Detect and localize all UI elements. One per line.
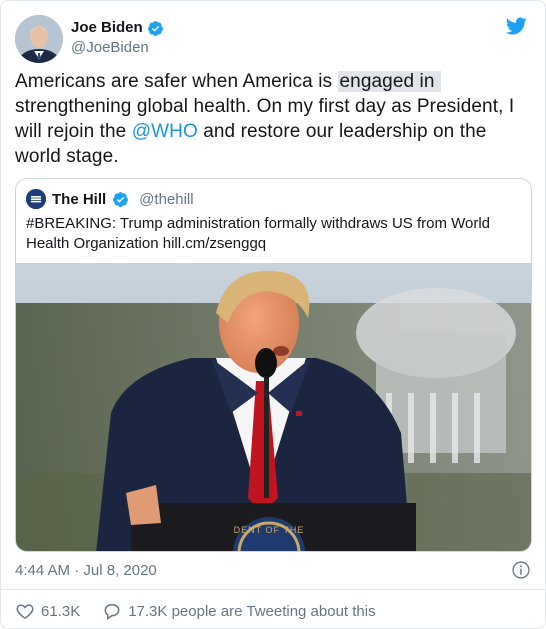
footer-divider xyxy=(1,589,545,590)
quoted-handle: @thehill xyxy=(139,190,194,208)
tweeting-count: 17.3K people are Tweeting about this xyxy=(128,602,376,620)
verified-badge-icon xyxy=(113,191,129,207)
like-button[interactable]: 61.3K xyxy=(15,601,80,621)
twitter-bird-icon[interactable] xyxy=(503,15,529,37)
mention-link[interactable]: @WHO xyxy=(132,121,198,142)
the-hill-logo-icon xyxy=(26,189,46,209)
people-tweeting-link[interactable]: 17.3K people are Tweeting about this xyxy=(102,601,376,621)
tweet-header: Joe Biden @JoeBiden xyxy=(15,13,531,65)
tweet-text-highlight: engaged in xyxy=(337,71,441,92)
verified-badge-icon xyxy=(147,20,163,36)
info-icon[interactable] xyxy=(511,560,531,580)
quoted-tweet[interactable]: The Hill @thehill #BREAKING: Trump admin… xyxy=(15,178,532,552)
seal-text: DENT OF THE xyxy=(233,525,305,535)
avatar[interactable] xyxy=(15,15,63,63)
author-handle[interactable]: @JoeBiden xyxy=(71,38,164,58)
tweet-text: Americans are safer when America is enga… xyxy=(15,69,515,169)
quoted-display-name: The Hill xyxy=(52,190,107,208)
tweet-actions: 61.3K 17.3K people are Tweeting about th… xyxy=(15,601,376,621)
tweet-text-part: Americans are safer when America is xyxy=(15,71,338,92)
tweet-timestamp[interactable]: 4:44 AM · Jul 8, 2020 xyxy=(15,561,157,581)
like-count: 61.3K xyxy=(41,602,81,620)
tweet-card: Joe Biden @JoeBiden Americans are safer … xyxy=(0,0,546,629)
author-display-name[interactable]: Joe Biden xyxy=(71,18,143,38)
heart-icon xyxy=(16,604,34,619)
author-display-name-row[interactable]: Joe Biden xyxy=(71,18,164,38)
author-names: Joe Biden @JoeBiden xyxy=(71,18,164,58)
quoted-tweet-photo[interactable]: DENT OF THE xyxy=(16,263,531,551)
reply-bubble-icon xyxy=(104,604,120,620)
quoted-tweet-text: #BREAKING: Trump administration formally… xyxy=(26,215,491,252)
quoted-tweet-header: The Hill @thehill xyxy=(26,189,194,209)
